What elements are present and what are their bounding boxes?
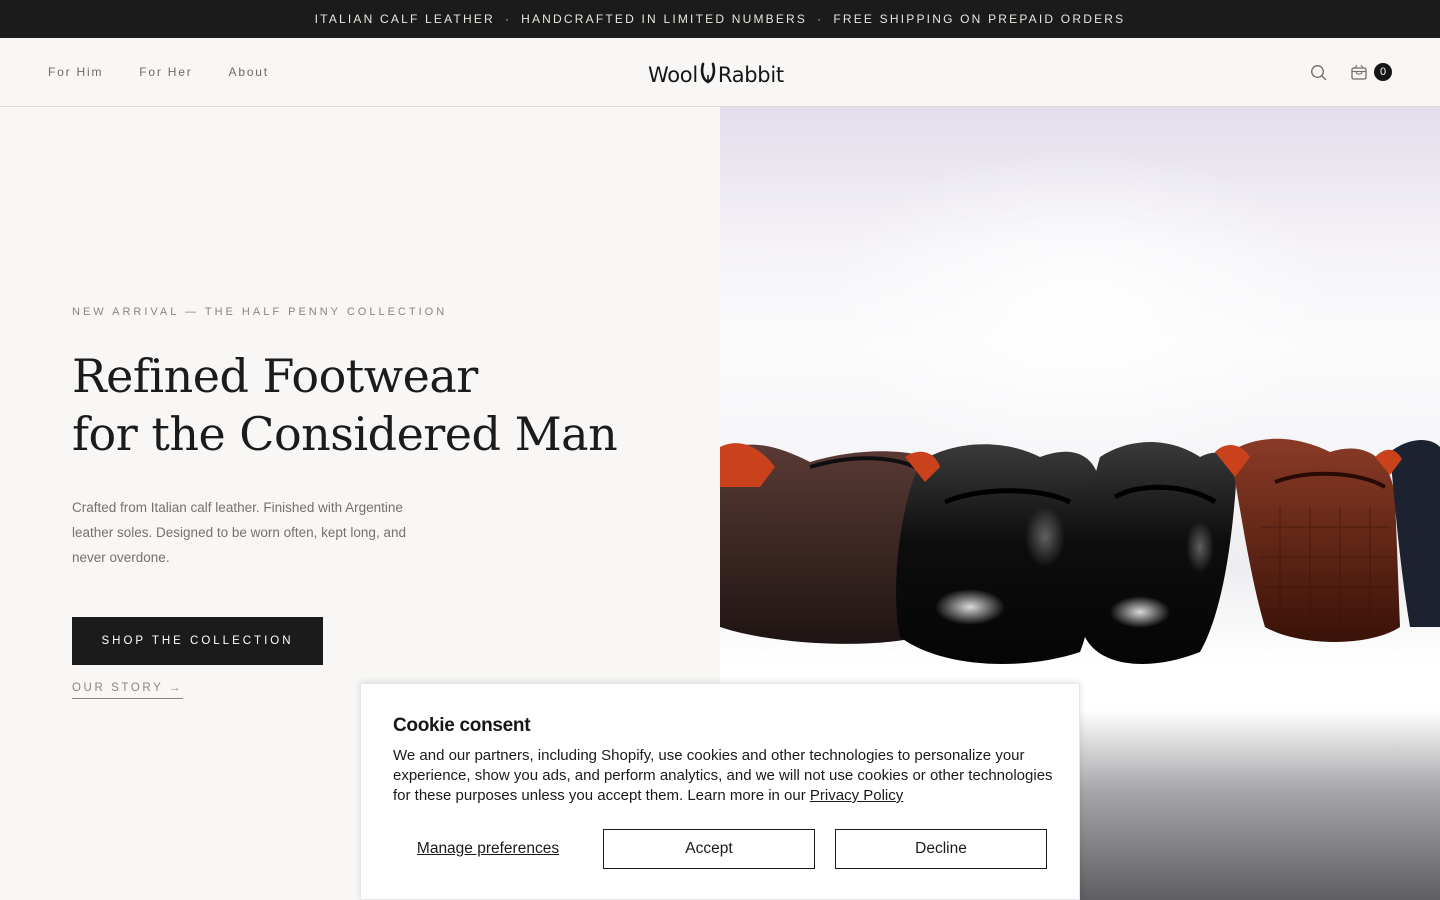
cart-icon bbox=[1351, 64, 1367, 80]
cookie-body-text: We and our partners, including Shopify, … bbox=[393, 747, 1053, 804]
site-header: For Him For Her About Wool Rabbit 0 bbox=[0, 38, 1440, 107]
hero-description: Crafted from Italian calf leather. Finis… bbox=[72, 500, 406, 565]
cart-count-badge: 0 bbox=[1374, 63, 1392, 81]
hero-headline-line-2: for the Considered Man bbox=[72, 407, 618, 461]
header-actions: 0 bbox=[1308, 38, 1392, 106]
announcement-item: FREE SHIPPING ON PREPAID ORDERS bbox=[833, 12, 1126, 26]
announcement-item: HANDCRAFTED IN LIMITED NUMBERS bbox=[521, 12, 808, 26]
cookie-consent-banner: Cookie consent We and our partners, incl… bbox=[360, 683, 1080, 900]
cookie-title: Cookie consent bbox=[393, 715, 531, 736]
announcement-separator: · bbox=[504, 12, 512, 26]
accept-button[interactable]: Accept bbox=[603, 829, 815, 869]
hero-headline: Refined Footwear for the Considered Man bbox=[72, 347, 618, 463]
main-nav: For Him For Her About bbox=[48, 38, 269, 106]
privacy-policy-link[interactable]: Privacy Policy bbox=[810, 787, 903, 804]
nav-link-for-her[interactable]: For Her bbox=[139, 65, 192, 79]
shop-collection-button[interactable]: SHOP THE COLLECTION bbox=[72, 617, 323, 665]
cookie-body: We and our partners, including Shopify, … bbox=[393, 746, 1053, 806]
hero-eyebrow: NEW ARRIVAL — THE HALF PENNY COLLECTION bbox=[72, 306, 448, 318]
logo-text-wool: Wool bbox=[648, 63, 698, 87]
rabbit-ears-icon bbox=[700, 62, 716, 84]
logo-text-rabbit: Rabbit bbox=[717, 63, 784, 87]
decline-button[interactable]: Decline bbox=[835, 829, 1047, 869]
cart-button[interactable]: 0 bbox=[1350, 63, 1392, 81]
announcement-bar: ITALIAN CALF LEATHER · HANDCRAFTED IN LI… bbox=[0, 0, 1440, 38]
site-logo[interactable]: Wool Rabbit bbox=[648, 58, 796, 88]
hero-headline-line-1: Refined Footwear bbox=[72, 349, 478, 403]
search-button[interactable] bbox=[1308, 62, 1328, 82]
manage-preferences-link[interactable]: Manage preferences bbox=[393, 829, 583, 869]
announcement-item: ITALIAN CALF LEATHER bbox=[314, 12, 495, 26]
nav-link-about[interactable]: About bbox=[229, 65, 269, 79]
nav-link-for-him[interactable]: For Him bbox=[48, 65, 103, 79]
search-icon bbox=[1310, 64, 1326, 80]
announcement-separator: · bbox=[817, 12, 824, 26]
our-story-link[interactable]: OUR STORY → bbox=[72, 682, 184, 699]
